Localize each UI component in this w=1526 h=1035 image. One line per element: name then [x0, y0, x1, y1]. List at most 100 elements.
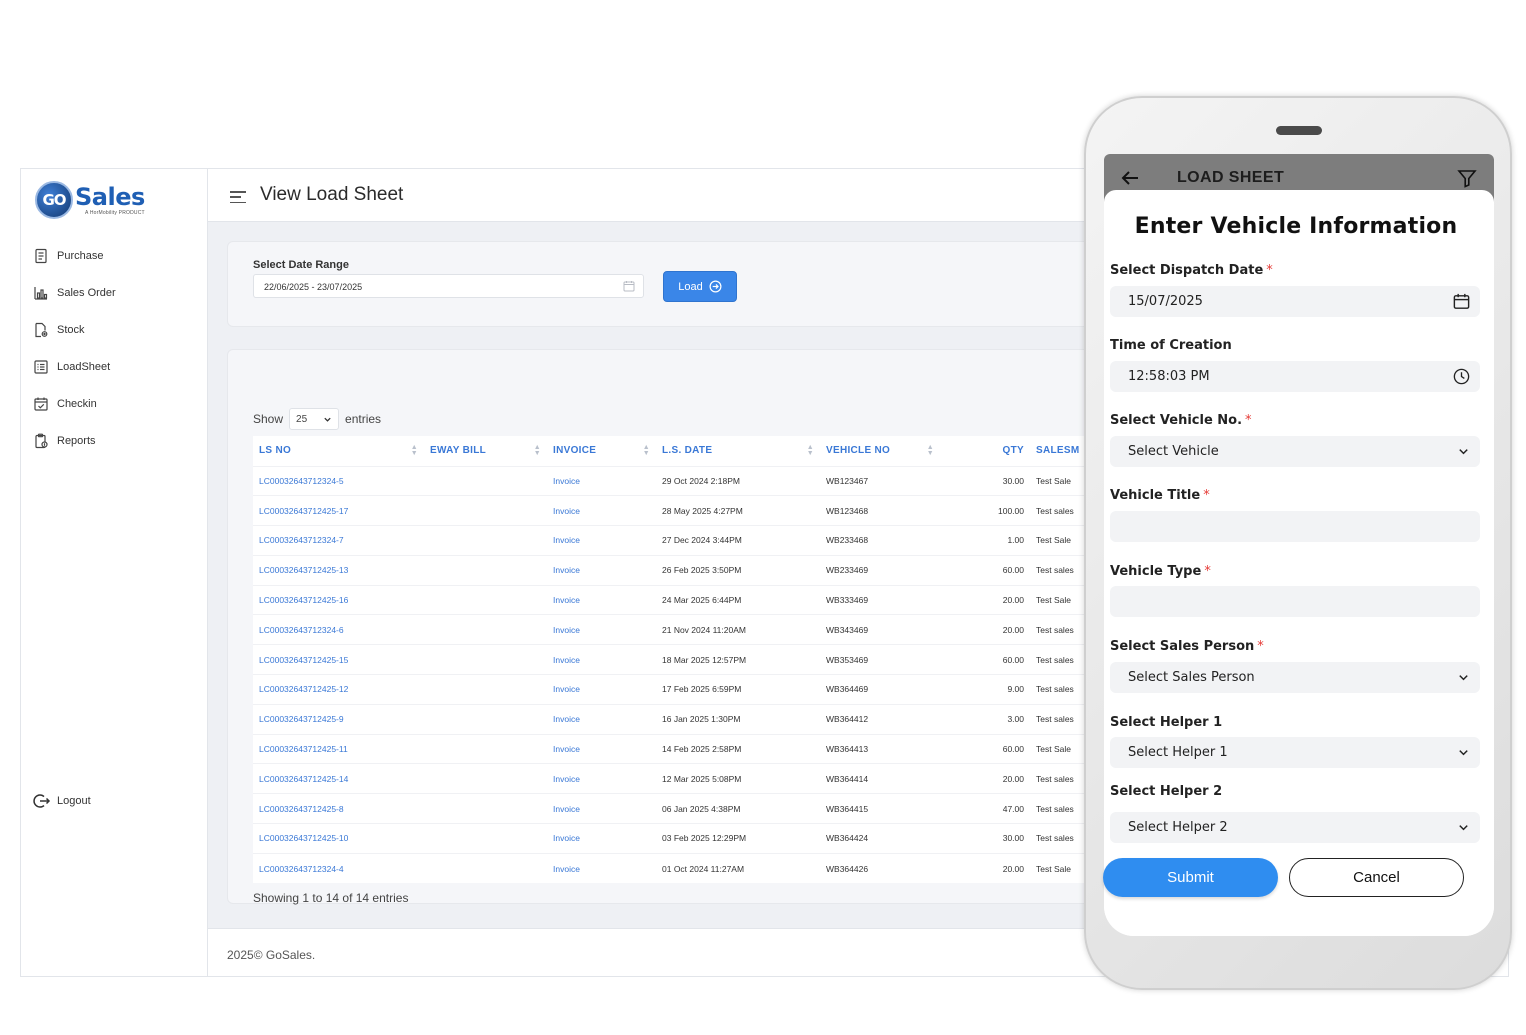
cell-invoice[interactable]: Invoice — [547, 852, 656, 884]
logout-icon — [33, 794, 51, 808]
cell-ls-date: 21 Nov 2024 11:20AM — [656, 614, 820, 645]
table-row[interactable]: LC00032643712425-8 Invoice 06 Jan 2025 4:3… — [253, 793, 1085, 824]
table-row[interactable]: LC00032643712324-7 Invoice 27 Dec 2024 3:4… — [253, 525, 1085, 556]
vehicle-title-input[interactable] — [1110, 511, 1480, 542]
cell-ls-no[interactable]: LC00032643712425-10 — [253, 823, 424, 854]
helper1-select[interactable]: Select Helper 1 — [1110, 737, 1480, 768]
column-header-ls-no[interactable]: LS NO ▲ ▼ — [253, 436, 424, 466]
cell-ls-no[interactable]: LC00032643712425-15 — [253, 644, 424, 675]
table-row[interactable]: LC00032643712425-9 Invoice 16 Jan 2025 1:3… — [253, 703, 1085, 735]
cell-invoice[interactable]: Invoice — [547, 823, 656, 854]
sidebar-item-loadsheet[interactable]: LoadSheet — [33, 348, 203, 385]
table-row[interactable]: LC00032643712425-16 Invoice 24 Mar 2025 6:… — [253, 584, 1085, 615]
table-row[interactable]: LC00032643712425-12 Invoice 17 Feb 2025 6:… — [253, 674, 1085, 705]
column-header-eway-bill[interactable]: EWAY BILL ▲ ▼ — [424, 436, 547, 466]
column-header-vehicle-no[interactable]: VEHICLE NO ▲ ▼ — [820, 436, 940, 466]
calendar-icon[interactable] — [623, 280, 635, 292]
table-row[interactable]: LC00032643712324-5 Invoice 29 Oct 2024 2:1… — [253, 465, 1085, 496]
cell-ls-no[interactable]: LC00032643712324-7 — [253, 525, 424, 556]
back-arrow-icon[interactable] — [1120, 168, 1140, 188]
cell-invoice[interactable]: Invoice — [547, 763, 656, 794]
sidebar-item-checkin[interactable]: Checkin — [33, 385, 203, 422]
clock-icon[interactable] — [1452, 367, 1471, 386]
cell-invoice[interactable]: Invoice — [547, 703, 656, 735]
dispatch-date-input[interactable]: 15/07/2025 — [1110, 286, 1480, 317]
table-row[interactable]: LC00032643712425-17 Invoice 28 May 2025 4:… — [253, 495, 1085, 526]
cell-ls-no[interactable]: LC00032643712425-11 — [253, 733, 424, 764]
sidebar-nav: Purchase Sales Order Stock LoadSheet Che… — [33, 237, 203, 459]
table-row[interactable]: LC00032643712324-4 Invoice 01 Oct 2024 11:… — [253, 852, 1085, 884]
calendar-icon[interactable] — [1452, 292, 1471, 311]
column-header-invoice[interactable]: INVOICE ▲ ▼ — [547, 436, 656, 466]
sidebar-item-sales-order[interactable]: Sales Order — [33, 274, 203, 311]
screenshot-stage: GO Sales A HorMobility PRODUCT Purchase … — [0, 0, 1526, 1035]
helper2-value: Select Helper 2 — [1128, 820, 1228, 835]
sidebar-item-stock[interactable]: Stock — [33, 311, 203, 348]
sidebar-item-reports[interactable]: Reports — [33, 422, 203, 459]
cell-ls-no[interactable]: LC00032643712425-13 — [253, 554, 424, 586]
cell-ls-date: 26 Feb 2025 3:50PM — [656, 554, 820, 586]
cell-ls-date: 06 Jan 2025 4:38PM — [656, 793, 820, 824]
column-header-ls-date[interactable]: L.S. DATE ▲ ▼ — [656, 436, 820, 466]
cell-ls-date: 14 Feb 2025 2:58PM — [656, 733, 820, 764]
helper2-select[interactable]: Select Helper 2 — [1110, 812, 1480, 843]
table-row[interactable]: LC00032643712425-14 Invoice 12 Mar 2025 5:… — [253, 763, 1085, 794]
cell-salesman: Test sales — [1030, 644, 1085, 675]
table-row[interactable]: LC00032643712425-13 Invoice 26 Feb 2025 3:… — [253, 554, 1085, 586]
cell-invoice[interactable]: Invoice — [547, 495, 656, 526]
cell-eway-bill — [424, 703, 547, 735]
cell-ls-no[interactable]: LC00032643712324-4 — [253, 852, 424, 884]
load-button[interactable]: Load — [663, 271, 737, 302]
cell-invoice[interactable]: Invoice — [547, 644, 656, 675]
gosales-logo[interactable]: GO Sales A HorMobility PRODUCT — [35, 179, 145, 221]
cell-invoice[interactable]: Invoice — [547, 733, 656, 764]
cell-invoice[interactable]: Invoice — [547, 554, 656, 586]
cell-ls-date: 27 Dec 2024 3:44PM — [656, 525, 820, 556]
cell-ls-date: 16 Jan 2025 1:30PM — [656, 703, 820, 735]
sort-icon: ▲ ▼ — [410, 444, 418, 457]
page-size-value: 25 — [296, 413, 308, 425]
column-header-salesman[interactable]: SALESM — [1030, 436, 1085, 466]
table-row[interactable]: LC00032643712425-15 Invoice 18 Mar 2025 12… — [253, 644, 1085, 675]
cell-invoice[interactable]: Invoice — [547, 674, 656, 705]
file-gear-icon — [35, 322, 48, 337]
cell-invoice[interactable]: Invoice — [547, 465, 656, 496]
cell-qty: 20.00 — [940, 763, 1030, 794]
submit-button[interactable]: Submit — [1103, 858, 1278, 897]
vehicle-no-value: Select Vehicle — [1128, 444, 1219, 459]
logout-button[interactable]: Logout — [33, 792, 91, 810]
cell-vehicle-no: WB364413 — [820, 733, 940, 764]
table-row[interactable]: LC00032643712425-10 Invoice 03 Feb 2025 12… — [253, 823, 1085, 854]
cell-eway-bill — [424, 584, 547, 615]
menu-toggle-icon[interactable] — [230, 191, 246, 203]
cell-ls-no[interactable]: LC00032643712425-12 — [253, 674, 424, 705]
cell-invoice[interactable]: Invoice — [547, 584, 656, 615]
table-row[interactable]: LC00032643712425-11 Invoice 14 Feb 2025 2:… — [253, 733, 1085, 764]
cell-ls-date: 29 Oct 2024 2:18PM — [656, 465, 820, 496]
cell-ls-no[interactable]: LC00032643712425-16 — [253, 584, 424, 615]
cell-ls-no[interactable]: LC00032643712324-6 — [253, 614, 424, 645]
cell-salesman: Test sales — [1030, 614, 1085, 645]
column-header-qty[interactable]: QTY — [940, 436, 1030, 466]
cell-ls-no[interactable]: LC00032643712425-14 — [253, 763, 424, 794]
cell-ls-no[interactable]: LC00032643712425-9 — [253, 703, 424, 735]
cell-ls-no[interactable]: LC00032643712425-17 — [253, 495, 424, 526]
sales-person-select[interactable]: Select Sales Person — [1110, 662, 1480, 693]
date-range-input[interactable]: 22/06/2025 - 23/07/2025 — [253, 274, 644, 298]
cell-invoice[interactable]: Invoice — [547, 525, 656, 556]
filter-icon[interactable] — [1456, 167, 1478, 189]
cancel-button[interactable]: Cancel — [1289, 858, 1464, 897]
vehicle-no-select[interactable]: Select Vehicle — [1110, 436, 1480, 467]
load-button-label: Load — [678, 280, 703, 293]
cell-invoice[interactable]: Invoice — [547, 614, 656, 645]
sidebar-item-purchase[interactable]: Purchase — [33, 237, 203, 274]
vehicle-type-input[interactable] — [1110, 586, 1480, 617]
cell-ls-no[interactable]: LC00032643712324-5 — [253, 465, 424, 496]
table-row[interactable]: LC00032643712324-6 Invoice 21 Nov 2024 11:… — [253, 614, 1085, 645]
cell-invoice[interactable]: Invoice — [547, 793, 656, 824]
sort-icon: ▲ ▼ — [806, 444, 814, 457]
time-of-creation-input[interactable]: 12:58:03 PM — [1110, 361, 1480, 392]
cell-ls-date: 01 Oct 2024 11:27AM — [656, 852, 820, 884]
cell-ls-no[interactable]: LC00032643712425-8 — [253, 793, 424, 824]
page-size-select[interactable]: 25 — [289, 408, 340, 430]
